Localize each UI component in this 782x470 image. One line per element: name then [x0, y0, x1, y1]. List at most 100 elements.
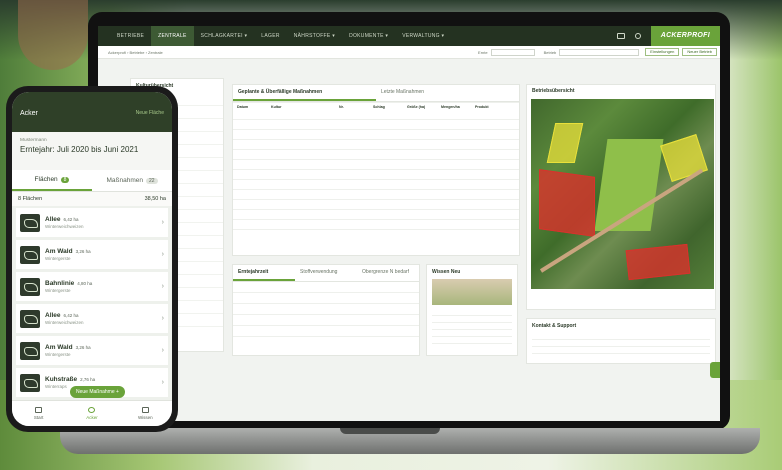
- tab-fields[interactable]: Flächen 8: [12, 170, 92, 191]
- nav-item-schlagkartei[interactable]: SCHLAGKARTEI ▾: [194, 26, 255, 46]
- news-card: Wissen Neu: [426, 264, 518, 356]
- satellite-map[interactable]: [531, 99, 714, 289]
- col-produkt: Produkt: [475, 104, 489, 109]
- field-crop: Wintergerste: [45, 256, 71, 261]
- nav-start[interactable]: Start: [12, 401, 65, 426]
- field-shape-icon: [20, 309, 40, 328]
- chevron-right-icon: ›: [161, 283, 164, 290]
- support-title: Kontakt & Support: [532, 323, 577, 329]
- field-red-a[interactable]: [539, 169, 595, 237]
- news-title: Wissen Neu: [432, 269, 461, 275]
- master-label: Mustermann: [20, 138, 47, 143]
- user-icon[interactable]: [634, 33, 641, 39]
- field-name: Allee: [45, 216, 61, 223]
- farm-map-title: Betriebsübersicht: [532, 88, 575, 94]
- nav-item-naehrstoffe[interactable]: NÄHRSTOFFE ▾: [287, 26, 342, 46]
- phone-screen: Acker Neue Fläche Mustermann Erntejahr: …: [12, 92, 172, 426]
- new-measure-button[interactable]: Neue Maßnahme +: [70, 386, 125, 398]
- col-nr: Nr.: [339, 104, 344, 109]
- nav-acker-label: Acker: [86, 415, 98, 420]
- field-shape-icon: [20, 341, 40, 360]
- field-red-b[interactable]: [625, 243, 691, 281]
- tab-fields-label: Flächen: [34, 176, 58, 183]
- settings-button[interactable]: Einstellungen: [645, 48, 680, 56]
- nav-start-label: Start: [33, 415, 44, 420]
- tab-stoffverwendung[interactable]: Stoffverwendung: [295, 265, 357, 281]
- field-area: 6,42 ha: [63, 313, 79, 318]
- tab-measures-count: 22: [145, 177, 158, 184]
- nav-item-betriebe[interactable]: BETRIEBE: [110, 26, 151, 46]
- field-crop: Wintergerste: [45, 288, 71, 293]
- nav-item-zentrale[interactable]: ZENTRALE: [151, 26, 194, 46]
- laptop-screen: BETRIEBE ZENTRALE SCHLAGKARTEI ▾ LAGER N…: [98, 26, 720, 421]
- betrieb-select[interactable]: [559, 48, 640, 56]
- yield-card: Erntejahrzeit Stoffverwendung Obergrenze…: [232, 264, 420, 356]
- farm-map-card: Betriebsübersicht: [526, 84, 716, 310]
- field-yellow-b[interactable]: [660, 134, 708, 182]
- nav-wissen-label: Wissen: [137, 415, 153, 420]
- chevron-right-icon: ›: [161, 379, 164, 386]
- field-name: Allee: [45, 312, 61, 319]
- tab-erntejahrzeit[interactable]: Erntejahrzeit: [233, 265, 295, 281]
- top-navigation: BETRIEBE ZENTRALE SCHLAGKARTEI ▾ LAGER N…: [98, 26, 720, 46]
- ernte-label: Ernte: [478, 49, 488, 55]
- nav-item-verwaltung[interactable]: VERWALTUNG ▾: [395, 26, 451, 46]
- field-name: Bahnlinie: [45, 280, 75, 287]
- message-icon[interactable]: [616, 33, 625, 39]
- col-mengen: Mengen/ha: [441, 104, 460, 109]
- table-rows-placeholder: [233, 110, 519, 230]
- field-yellow-a[interactable]: [546, 123, 584, 163]
- chevron-right-icon: ›: [161, 315, 164, 322]
- sub-toolbar: Ackerprofi › Betriebe › Zentrale Ernte B…: [98, 46, 720, 59]
- col-schlag: Schlag: [373, 104, 385, 109]
- tab-planned-measures[interactable]: Geplante & Überfällige Maßnahmen: [233, 85, 376, 101]
- col-kultur: Kultur: [271, 104, 282, 109]
- field-shape-icon: [20, 213, 40, 232]
- ackerprofi-logo: ACKERPROFI: [650, 26, 720, 46]
- bottom-navigation: Start Acker Wissen: [12, 400, 172, 426]
- list-item[interactable]: Am Wald 3,26 ha Wintergerste ›: [16, 240, 168, 269]
- tab-measures[interactable]: Maßnahmen 22: [92, 170, 172, 191]
- nav-item-dokumente[interactable]: DOKUMENTE ▾: [342, 26, 395, 46]
- field-area: 6,42 ha: [63, 217, 79, 222]
- field-crop: Wintergerste: [45, 352, 71, 357]
- field-crop: Winterweichweizen: [45, 320, 84, 325]
- ernte-select[interactable]: [490, 48, 535, 56]
- harvest-info[interactable]: Mustermann Erntejahr: Juli 2020 bis Juni…: [12, 132, 172, 170]
- field-area: 2,76 ha: [80, 377, 96, 382]
- tab-obergrenze[interactable]: Obergrenze N bedarf: [357, 265, 419, 281]
- help-tab-button[interactable]: [710, 362, 720, 378]
- list-item[interactable]: Am Wald 3,26 ha Wintergerste ›: [16, 336, 168, 365]
- list-item[interactable]: Bahnlinie 4,80 ha Wintergerste ›: [16, 272, 168, 301]
- col-groesse: Größe (ha): [407, 104, 426, 109]
- nav-acker[interactable]: Acker: [65, 401, 118, 426]
- list-item[interactable]: Allee 6,42 ha Winterweichweizen ›: [16, 304, 168, 333]
- new-field-button[interactable]: Neue Fläche: [136, 110, 164, 132]
- laptop-notch: [340, 428, 440, 434]
- phone: Acker Neue Fläche Mustermann Erntejahr: …: [6, 86, 178, 432]
- col-datum: Datum: [237, 104, 249, 109]
- support-card: Kontakt & Support: [526, 318, 716, 364]
- chevron-right-icon: ›: [161, 251, 164, 258]
- new-farm-button[interactable]: Neuer Betrieb: [682, 48, 717, 56]
- field-list: Allee 6,42 ha Winterweichweizen › Am Wald…: [12, 206, 172, 402]
- news-image: [432, 279, 512, 305]
- table-header: Datum Kultur Nr. Schlag Größe (ha) Menge…: [233, 102, 519, 110]
- field-area: 3,26 ha: [75, 249, 91, 254]
- total-area: 38,50 ha: [144, 196, 166, 202]
- laptop: BETRIEBE ZENTRALE SCHLAGKARTEI ▾ LAGER N…: [88, 12, 730, 430]
- tab-measures-label: Maßnahmen: [106, 177, 143, 184]
- field-count-row: 8 Flächen 38,50 ha: [12, 192, 172, 206]
- field-name: Am Wald: [45, 248, 73, 255]
- chevron-right-icon: ›: [161, 219, 164, 226]
- nav-wissen[interactable]: Wissen: [119, 401, 172, 426]
- list-item[interactable]: Allee 6,42 ha Winterweichweizen ›: [16, 208, 168, 237]
- nav-item-lager[interactable]: LAGER: [254, 26, 286, 46]
- field-name: Kuhstraße: [45, 376, 78, 383]
- field-icon: [88, 407, 96, 413]
- tab-last-measures[interactable]: Letzte Maßnahmen: [376, 85, 519, 101]
- field-count: 8 Flächen: [18, 196, 43, 202]
- field-area: 3,26 ha: [75, 345, 91, 350]
- field-area: 4,80 ha: [77, 281, 93, 286]
- field-crop: Winterweichweizen: [45, 224, 84, 229]
